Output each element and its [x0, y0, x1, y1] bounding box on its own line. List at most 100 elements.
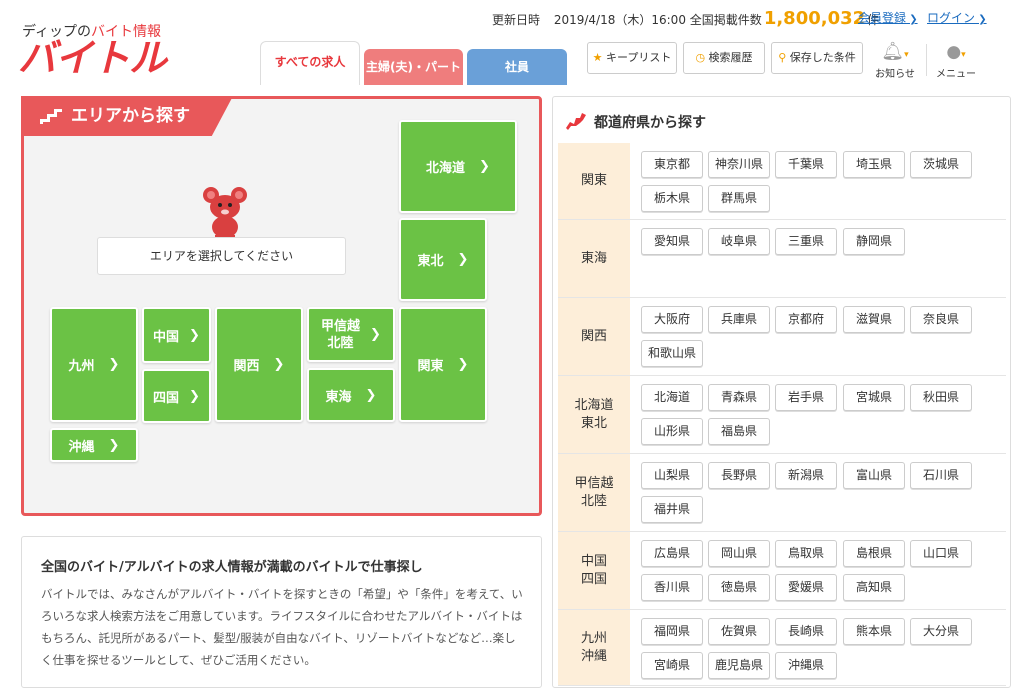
- prefecture-button[interactable]: 大阪府: [641, 306, 703, 333]
- region-kyushu-label: 九州: [68, 359, 95, 374]
- login-link-label: ログイン: [927, 11, 976, 25]
- region-tohoku[interactable]: 東北 ❯: [399, 218, 487, 301]
- region-kyushu[interactable]: 九州 ❯: [50, 307, 138, 422]
- prefecture-button[interactable]: 香川県: [641, 574, 703, 601]
- keep-list-label: キープリスト: [606, 51, 672, 64]
- region-okinawa[interactable]: 沖縄 ❯: [50, 428, 138, 462]
- prefecture-button[interactable]: 岐阜県: [708, 228, 770, 255]
- prefecture-button[interactable]: 山形県: [641, 418, 703, 445]
- history-button[interactable]: ◷ 検索履歴: [683, 42, 765, 74]
- prefecture-button[interactable]: 茨城県: [910, 151, 972, 178]
- prefecture-button[interactable]: 愛知県: [641, 228, 703, 255]
- tab-all-jobs[interactable]: すべての求人: [260, 41, 360, 85]
- prefecture-group-label: 東海: [558, 220, 630, 297]
- prefecture-button[interactable]: 宮城県: [843, 384, 905, 411]
- login-link[interactable]: ログイン ❯: [927, 9, 987, 26]
- prefecture-button[interactable]: 鹿児島県: [708, 652, 770, 679]
- region-hokkaido[interactable]: 北海道 ❯: [399, 120, 517, 213]
- prefecture-button[interactable]: 山口県: [910, 540, 972, 567]
- prefecture-button[interactable]: 熊本県: [843, 618, 905, 645]
- prefecture-button[interactable]: 福井県: [641, 496, 703, 523]
- prefecture-button[interactable]: 福島県: [708, 418, 770, 445]
- keep-list-button[interactable]: ★ キープリスト: [587, 42, 677, 74]
- prefecture-button[interactable]: 群馬県: [708, 185, 770, 212]
- prefecture-button[interactable]: 岡山県: [708, 540, 770, 567]
- prefecture-button[interactable]: 静岡県: [843, 228, 905, 255]
- prefecture-button[interactable]: 広島県: [641, 540, 703, 567]
- prefecture-button[interactable]: 秋田県: [910, 384, 972, 411]
- chevron-right-icon: ❯: [108, 437, 120, 453]
- region-kanto-label: 関東: [417, 359, 444, 374]
- listing-count: 1,800,032: [763, 8, 866, 29]
- prefecture-group: 北海道 東北 北海道 青森県 岩手県 宮城県 秋田県 山形県 福島県: [558, 376, 1006, 454]
- prefecture-button[interactable]: 長崎県: [775, 618, 837, 645]
- tab-employee[interactable]: 社員: [467, 49, 567, 85]
- prefecture-button[interactable]: 神奈川県: [708, 151, 770, 178]
- prefecture-button[interactable]: 愛媛県: [775, 574, 837, 601]
- prefecture-button[interactable]: 京都府: [775, 306, 837, 333]
- site-logo[interactable]: バイトル: [18, 38, 167, 78]
- prefecture-button[interactable]: 新潟県: [775, 462, 837, 489]
- prefecture-button[interactable]: 千葉県: [775, 151, 837, 178]
- region-kanto[interactable]: 関東 ❯: [399, 307, 487, 422]
- register-link[interactable]: 会員登録 ❯: [858, 9, 918, 26]
- prefecture-button[interactable]: 青森県: [708, 384, 770, 411]
- prefecture-button[interactable]: 佐賀県: [708, 618, 770, 645]
- chevron-right-icon: ❯: [457, 252, 469, 267]
- prefecture-button[interactable]: 兵庫県: [708, 306, 770, 333]
- region-chugoku[interactable]: 中国 ❯: [142, 307, 211, 363]
- updated-label: 更新日時: [492, 13, 541, 27]
- chevron-right-icon: ❯: [189, 388, 200, 404]
- prefecture-button[interactable]: 岩手県: [775, 384, 837, 411]
- menu-label: メニュー: [936, 69, 976, 80]
- region-shikoku[interactable]: 四国 ❯: [142, 369, 211, 423]
- prefecture-group: 甲信越 北陸 山梨県 長野県 新潟県 富山県 石川県 福井県: [558, 454, 1006, 532]
- tab-part-time[interactable]: 主婦(夫)・パート: [364, 49, 463, 85]
- prefecture-button[interactable]: 埼玉県: [843, 151, 905, 178]
- japan-map-icon: [564, 112, 588, 130]
- saved-conditions-label: 保存した条件: [789, 51, 856, 64]
- register-link-label: 会員登録: [858, 11, 907, 25]
- prefecture-button[interactable]: 長野県: [708, 462, 770, 489]
- chevron-right-icon: ❯: [273, 357, 285, 372]
- prefecture-button[interactable]: 大分県: [910, 618, 972, 645]
- region-koshinetsu-hokuriku[interactable]: 甲信越 北陸 ❯: [307, 307, 395, 362]
- region-tokai[interactable]: 東海 ❯: [307, 368, 395, 422]
- prefecture-button[interactable]: 宮崎県: [641, 652, 703, 679]
- prefecture-group: 九州 沖縄 福岡県 佐賀県 長崎県 熊本県 大分県 宮崎県 鹿児島県 沖縄県: [558, 610, 1006, 686]
- prefecture-button[interactable]: 三重県: [775, 228, 837, 255]
- prefecture-button[interactable]: 北海道: [641, 384, 703, 411]
- description-body: バイトルでは、みなさんがアルバイト・バイトを探すときの「希望」や「条件」を考えて…: [41, 587, 523, 667]
- prefecture-button[interactable]: 富山県: [843, 462, 905, 489]
- prefecture-button[interactable]: 奈良県: [910, 306, 972, 333]
- region-shikoku-label: 四国: [153, 390, 180, 406]
- region-chugoku-label: 中国: [153, 329, 180, 345]
- prefecture-button[interactable]: 東京都: [641, 151, 703, 178]
- prefecture-button[interactable]: 高知県: [843, 574, 905, 601]
- toolbar-divider: [926, 44, 927, 76]
- prefecture-button[interactable]: 石川県: [910, 462, 972, 489]
- prefecture-group: 関西 大阪府 兵庫県 京都府 滋賀県 奈良県 和歌山県: [558, 298, 1006, 376]
- prefecture-button[interactable]: 沖縄県: [775, 652, 837, 679]
- menu-button[interactable]: ●▾ メニュー: [931, 42, 981, 80]
- notice-button[interactable]: 🔔︎▾ お知らせ: [870, 42, 920, 81]
- saved-conditions-button[interactable]: ⚲ 保存した条件: [771, 42, 863, 74]
- history-icon: ◷: [695, 51, 706, 64]
- prefecture-button[interactable]: 滋賀県: [843, 306, 905, 333]
- prefecture-button[interactable]: 島根県: [843, 540, 905, 567]
- prefecture-button[interactable]: 山梨県: [641, 462, 703, 489]
- region-tohoku-label: 東北: [417, 254, 444, 269]
- chevron-right-icon: ❯: [370, 327, 381, 342]
- prefecture-button[interactable]: 鳥取県: [775, 540, 837, 567]
- region-kansai[interactable]: 関西 ❯: [215, 307, 303, 422]
- prefecture-button[interactable]: 福岡県: [641, 618, 703, 645]
- region-tokai-label: 東海: [325, 389, 352, 405]
- prefecture-button[interactable]: 和歌山県: [641, 340, 703, 367]
- chevron-right-icon: ❯: [457, 357, 469, 372]
- prefecture-button[interactable]: 徳島県: [708, 574, 770, 601]
- history-label: 検索履歴: [708, 51, 753, 64]
- prefecture-button[interactable]: 栃木県: [641, 185, 703, 212]
- stairs-icon: [40, 108, 62, 124]
- region-okinawa-label: 沖縄: [68, 439, 95, 455]
- search-icon: ⚲: [778, 51, 787, 64]
